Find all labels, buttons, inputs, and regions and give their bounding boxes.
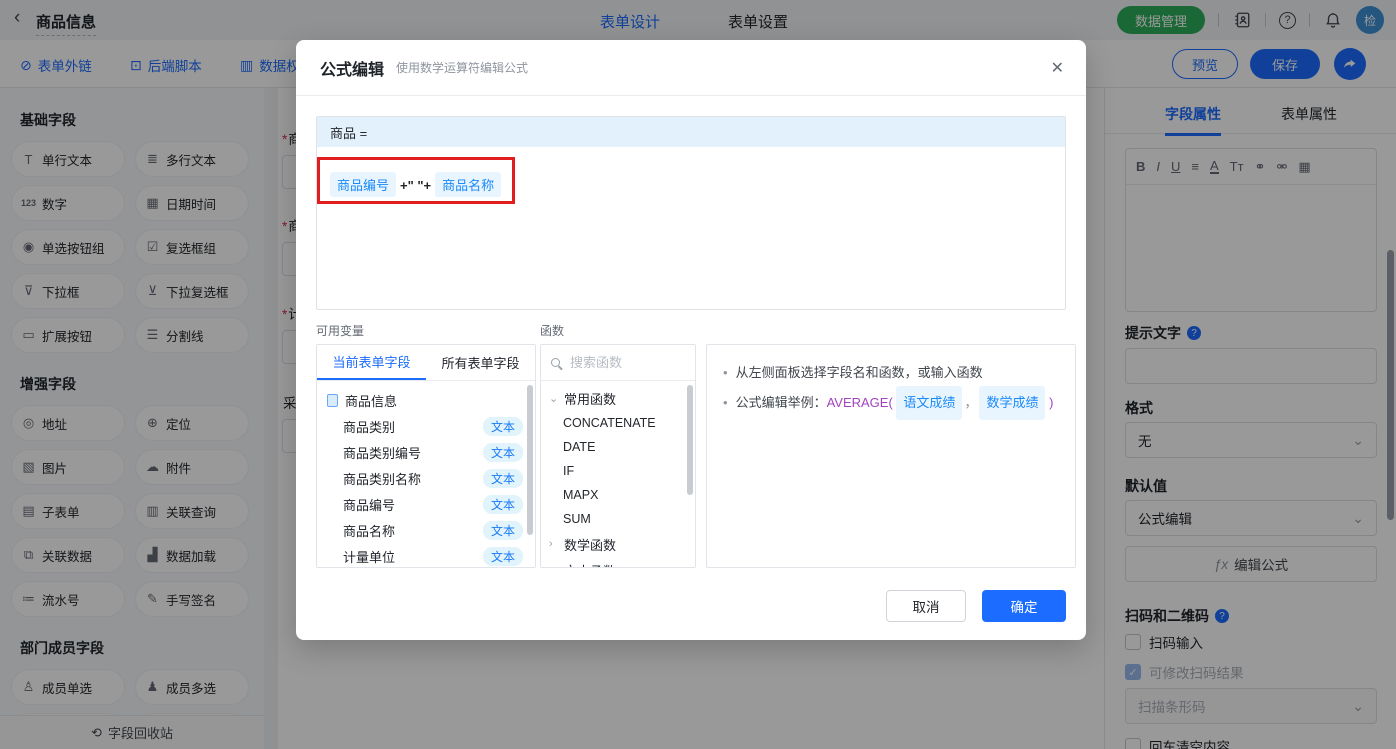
variable-name: 商品名称 [343,523,396,539]
formula-edit-dialog: 公式编辑 使用数学运算符编辑公式 ✕ 商品 = 商品编号 +" "+ 商品名称 可用… [296,40,1086,640]
function-search-input[interactable] [568,354,668,371]
hint-line-1: • 从左侧面板选择字段名和函数，或输入函数 [723,365,983,380]
page-scrollbar[interactable] [1387,250,1394,520]
example-token: 语文成绩 [896,386,963,420]
formula-target: 商品 = [317,117,1065,147]
variable-row[interactable]: 商品名称 文本 [317,517,535,543]
tab-current-form-fields[interactable]: 当前表单字段 [317,345,426,380]
variable-row[interactable]: 商品编号 文本 [317,491,535,517]
function-item[interactable]: MAPX [541,483,695,507]
cancel-button[interactable]: 取消 [886,590,966,622]
variables-tabs: 当前表单字段 所有表单字段 [317,345,535,381]
variable-name: 计量单位 [343,549,396,565]
tab-all-form-fields[interactable]: 所有表单字段 [426,345,535,380]
form-name: 商品信息 [345,393,398,409]
functions-panel: ⌄ 常用函数 CONCATENATE DATE IF MAPX SUM › 数学… [540,344,696,568]
formula-editor: 商品 = 商品编号 +" "+ 商品名称 [316,116,1066,310]
functions-label: 函数 [540,324,565,338]
search-icon [551,358,560,367]
dialog-header: 公式编辑 使用数学运算符编辑公式 ✕ [296,40,1086,96]
variable-name: 商品类别 [343,419,396,435]
variables-panel: 当前表单字段 所有表单字段 商品信息 商品类别 文本 商品类别编号 文本 商品类别名… [316,344,536,568]
type-badge: 文本 [482,494,523,514]
variable-row[interactable]: 商品类别 文本 [317,413,535,439]
variable-row[interactable]: 商品类别名称 文本 [317,465,535,491]
dialog-title: 公式编辑 [320,61,385,79]
example-token: 数学成绩 [979,386,1046,420]
example-close-paren: ) [1049,395,1054,411]
group-label: 文本函数 [564,561,616,568]
type-badge: 文本 [482,546,523,566]
group-label: 常用函数 [564,391,617,407]
functions-scrollbar[interactable] [687,385,693,495]
variables-label: 可用变量 [316,324,365,338]
variable-row[interactable]: 商品类别编号 文本 [317,439,535,465]
variable-name: 商品类别名称 [343,471,422,487]
formula-operator: +" "+ [400,178,432,193]
type-badge: 文本 [482,468,523,488]
hints-panel: • 从左侧面板选择字段名和函数，或输入函数 • 公式编辑举例：AVERAGE( 语文… [706,344,1076,568]
close-icon[interactable]: ✕ [1051,58,1064,78]
dialog-subtitle: 使用数学运算符编辑公式 [396,61,529,75]
chevron-right-icon: › [549,538,553,550]
function-search [541,345,695,381]
form-designer-app: ‹ 商品信息 表单设计 表单设置 数据管理 ? 检 ⊘ 表单外链 ⊡ 后端脚本 [0,0,1396,749]
type-badge: 文本 [482,442,523,462]
function-group-math[interactable]: › 数学函数 [541,531,695,557]
group-label: 数学函数 [564,537,617,553]
confirm-button[interactable]: 确定 [982,590,1066,622]
variable-name: 商品编号 [343,497,396,513]
formula-input-area[interactable]: 商品编号 +" "+ 商品名称 [317,147,1065,309]
field-token[interactable]: 商品名称 [435,172,502,197]
chevron-right-icon: › [549,564,559,567]
example-function: AVERAGE( [826,395,893,411]
function-group-text[interactable]: › 文本函数 [541,557,695,568]
variables-scrollbar[interactable] [527,385,533,535]
dialog-footer: 取消 确定 [886,590,1066,622]
field-token[interactable]: 商品编号 [330,172,397,197]
type-badge: 文本 [482,416,523,436]
document-icon [327,393,338,407]
chevron-down-icon: ⌄ [549,392,559,405]
function-item[interactable]: SUM [541,507,695,531]
variable-name: 商品类别编号 [343,445,422,461]
function-item[interactable]: DATE [541,435,695,459]
variable-row[interactable]: 计量单位 文本 [317,543,535,567]
variable-root-row[interactable]: 商品信息 [317,387,535,413]
function-item[interactable]: CONCATENATE [541,411,695,435]
function-group-common[interactable]: ⌄ 常用函数 [541,385,695,411]
hint-line-2: • 公式编辑举例：AVERAGE( 语文成绩，数学成绩 ) [723,386,1059,420]
function-item[interactable]: IF [541,459,695,483]
type-badge: 文本 [482,520,523,540]
